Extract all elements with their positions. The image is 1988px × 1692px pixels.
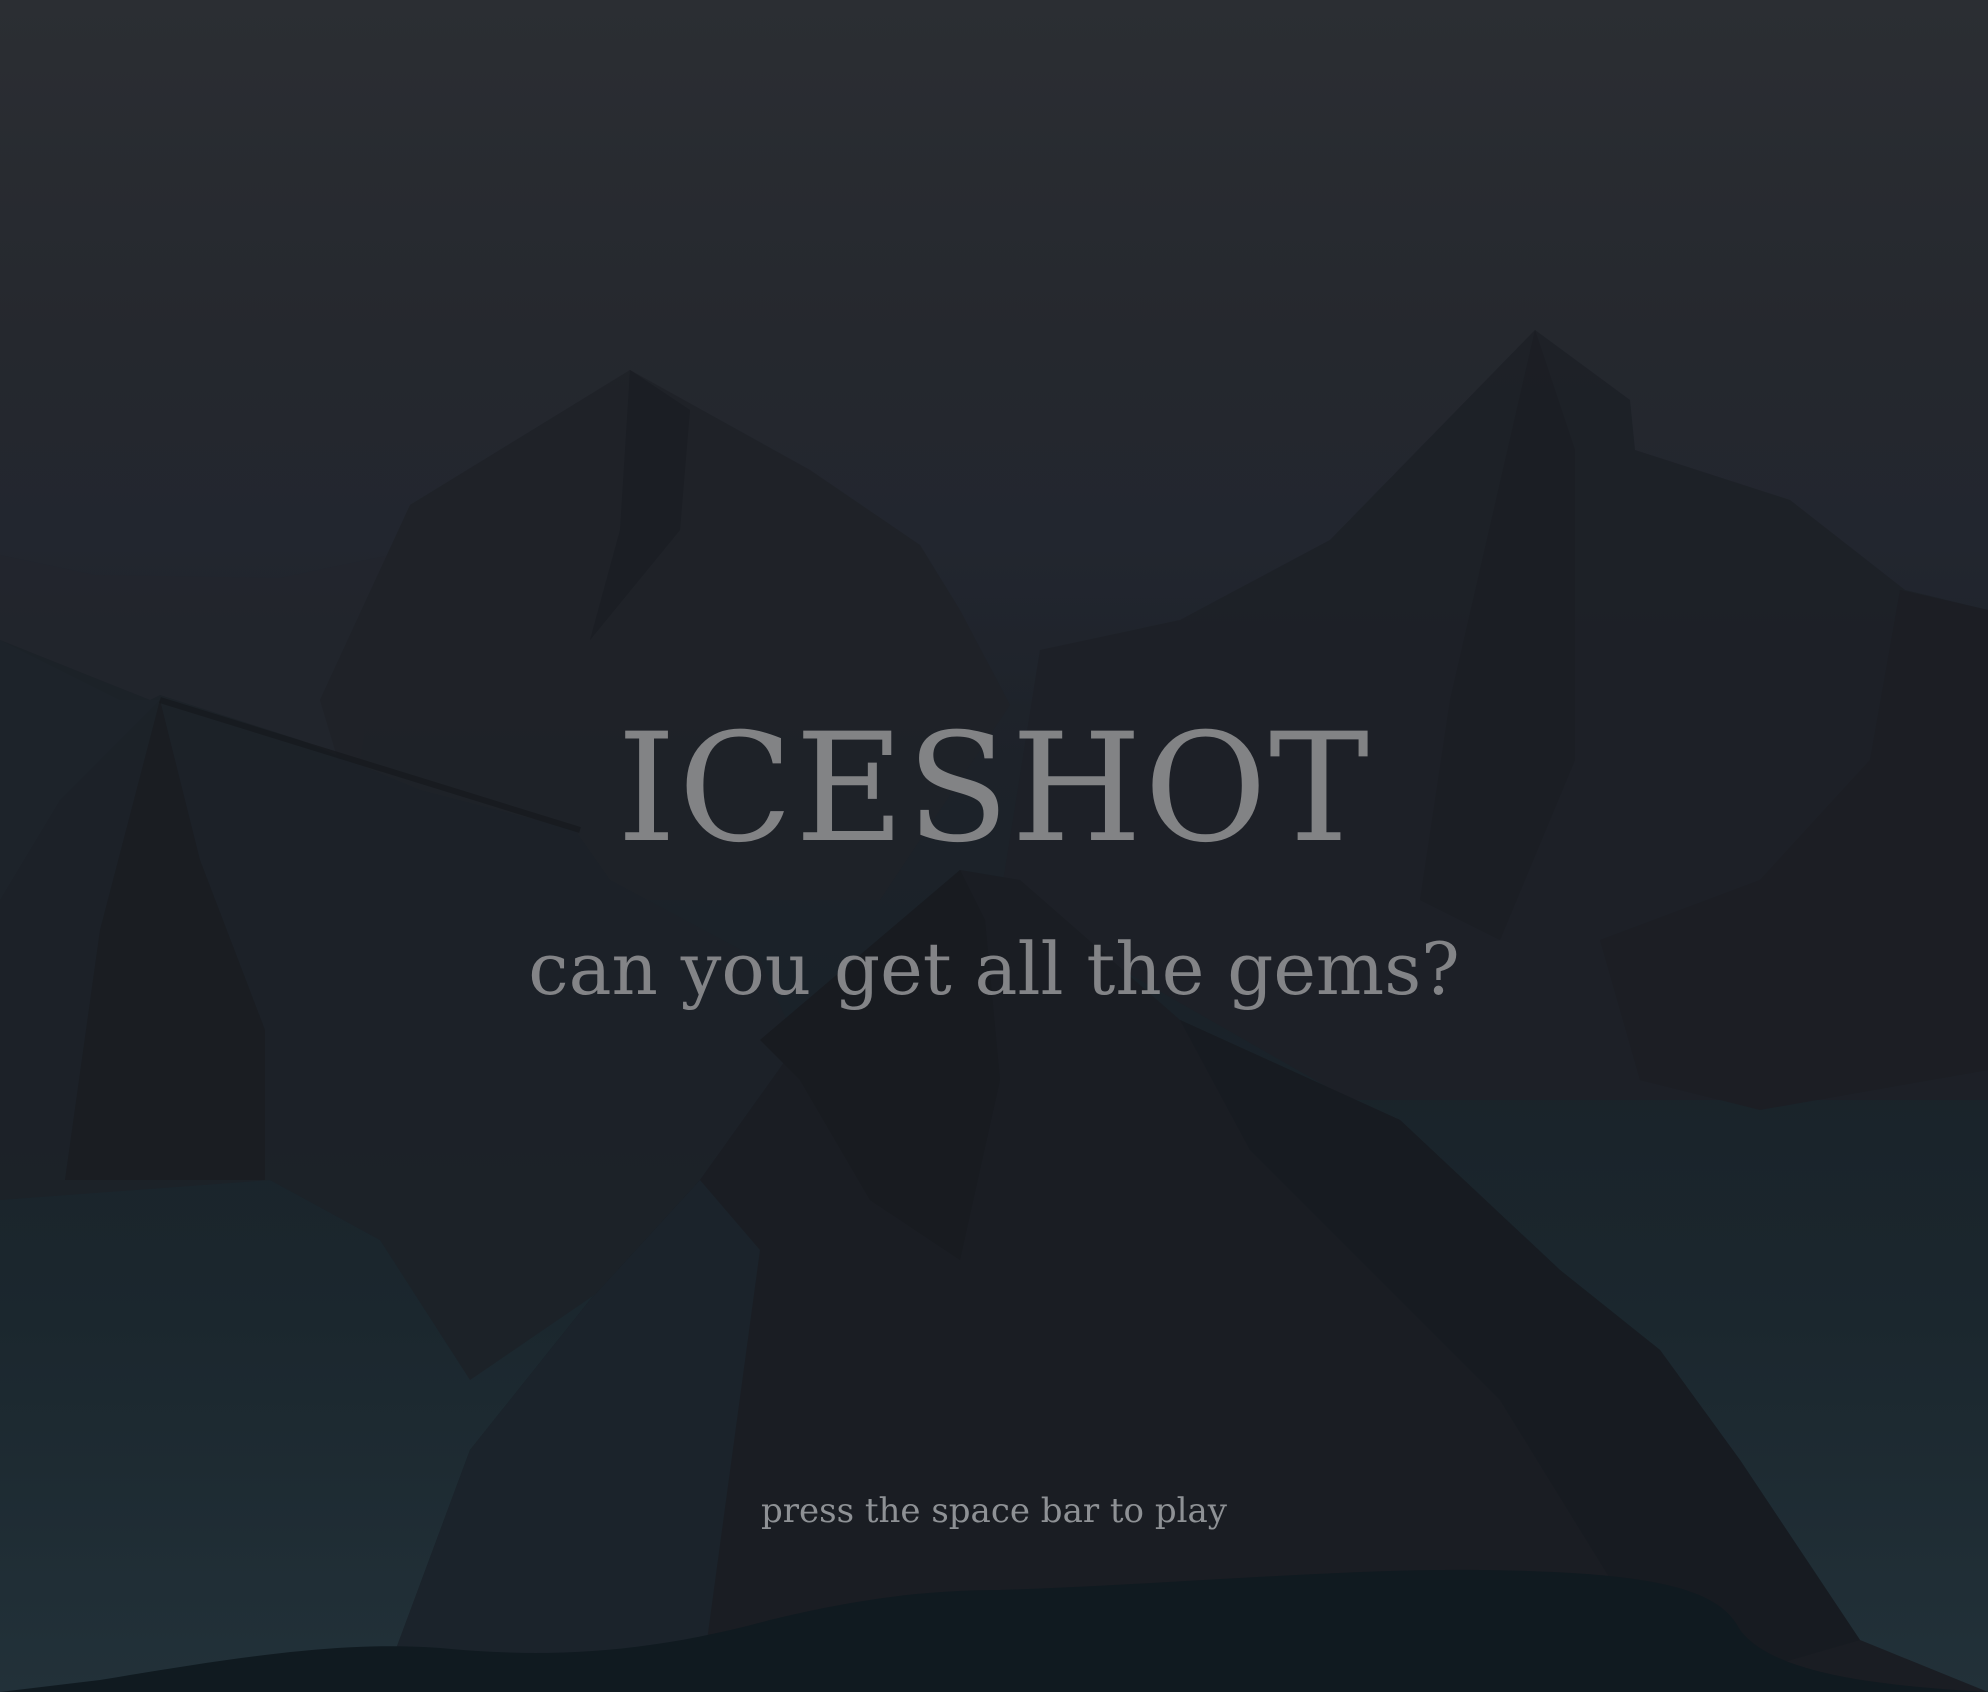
game-tagline: can you get all the gems? <box>528 927 1460 1011</box>
title-screen[interactable]: ICESHOT can you get all the gems? press … <box>0 0 1988 1692</box>
start-prompt: press the space bar to play <box>761 1491 1227 1531</box>
game-title: ICESHOT <box>616 702 1372 876</box>
